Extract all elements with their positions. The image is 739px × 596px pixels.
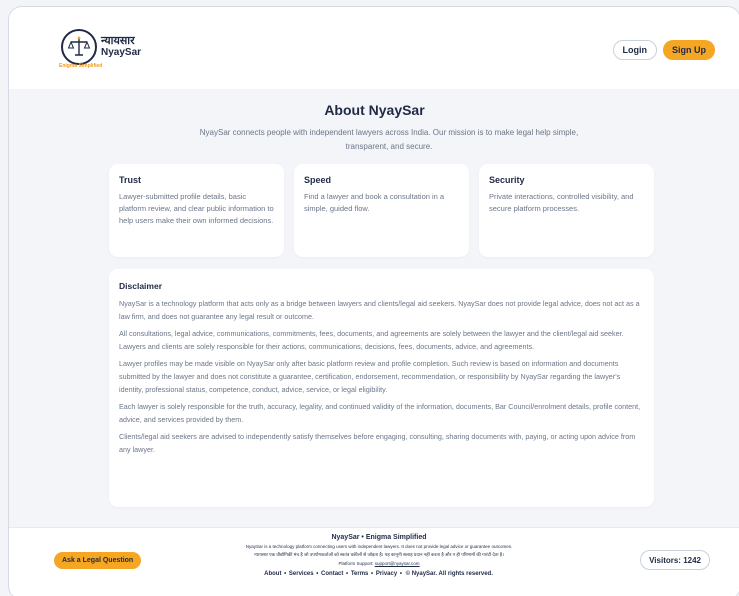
footer-link-services[interactable]: Services <box>289 571 314 577</box>
support-email-link[interactable]: support@nyaysar.com <box>375 561 420 566</box>
footer-disclaimer-en: NyaySar is a technology platform connect… <box>245 544 513 549</box>
visitor-counter: Visitors: 1242 <box>640 550 710 570</box>
footer-link-privacy[interactable]: Privacy <box>376 571 397 577</box>
logo-wordmark: न्यायसार NyaySar <box>101 36 141 58</box>
card-title: Trust <box>119 175 142 185</box>
auth-buttons: Login Sign Up <box>612 40 715 60</box>
footer-link-terms[interactable]: Terms <box>351 571 369 577</box>
card-security: Security Private interactions, controlle… <box>479 164 654 257</box>
feature-cards: Trust Lawyer-submitted profile details, … <box>109 164 654 257</box>
signup-button[interactable]: Sign Up <box>663 40 715 60</box>
footer-link-contact[interactable]: Contact <box>321 571 343 577</box>
footer-link-about[interactable]: About <box>264 571 281 577</box>
footer-support: Platform Support: support@nyaysar.com <box>169 561 589 566</box>
footer-info: NyaySar • Enigma Simplified NyaySar is a… <box>169 534 589 577</box>
disclaimer-paragraph: Each lawyer is solely responsible for th… <box>119 402 641 424</box>
page-frame: Enigma Simplified न्यायसार NyaySar Login… <box>8 6 739 596</box>
disclaimer-title: Disclaimer <box>119 281 162 291</box>
card-text: Lawyer-submitted profile details, basic … <box>119 192 274 225</box>
login-button[interactable]: Login <box>612 40 657 60</box>
about-subtitle: NyaySar connects people with independent… <box>199 128 579 151</box>
card-speed: Speed Find a lawyer and book a consultat… <box>294 164 469 257</box>
logo-english-text: NyaySar <box>101 47 142 58</box>
about-title: About NyaySar <box>324 102 425 118</box>
copyright: © NyaySar. All rights reserved. <box>405 571 493 577</box>
scales-of-justice-icon: Enigma Simplified <box>59 29 102 69</box>
site-header: Enigma Simplified न्यायसार NyaySar Login… <box>9 7 739 89</box>
card-text: Find a lawyer and book a consultation in… <box>304 192 445 213</box>
card-title: Speed <box>304 175 332 185</box>
footer-brand: NyaySar • Enigma Simplified <box>331 534 427 541</box>
disclaimer-paragraph: Clients/legal aid seekers are advised to… <box>119 432 636 454</box>
disclaimer-paragraph: Lawyer profiles may be made visible on N… <box>119 359 621 394</box>
scales-icon-graphic <box>67 36 91 56</box>
ask-legal-question-button[interactable]: Ask a Legal Question <box>54 552 142 569</box>
card-title: Security <box>489 175 525 185</box>
site-logo[interactable]: Enigma Simplified न्यायसार NyaySar <box>59 29 141 69</box>
card-text: Private interactions, controlled visibil… <box>489 192 634 213</box>
support-label: Platform Support: <box>338 561 374 566</box>
disclaimer-panel: Disclaimer NyaySar is a technology platf… <box>109 269 654 507</box>
disclaimer-paragraph: All consultations, legal advice, communi… <box>119 329 624 351</box>
card-trust: Trust Lawyer-submitted profile details, … <box>109 164 284 257</box>
footer-links: About • Services • Contact • Terms • Pri… <box>264 571 493 577</box>
logo-tagline: Enigma Simplified <box>59 63 103 69</box>
disclaimer-paragraph: NyaySar is a technology platform that ac… <box>119 299 640 321</box>
footer-disclaimer-hi: न्यायसार एक प्रौद्योगिकी मंच है जो उपयोग… <box>254 552 504 557</box>
logo-hindi-text: न्यायसार <box>101 35 135 47</box>
site-footer: Ask a Legal Question NyaySar • Enigma Si… <box>9 527 739 596</box>
